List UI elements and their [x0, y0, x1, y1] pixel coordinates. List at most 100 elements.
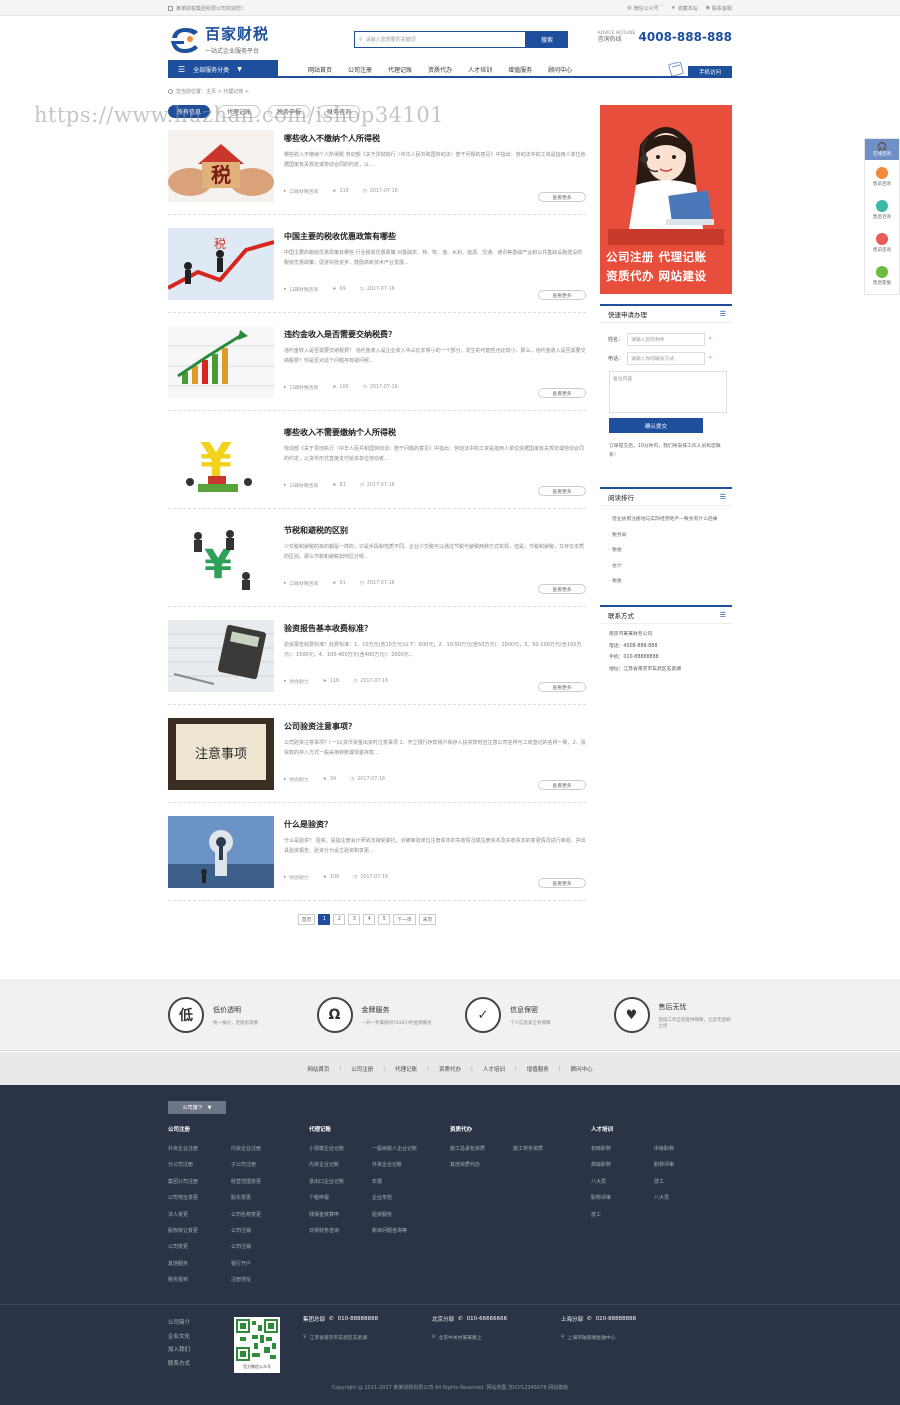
list-item[interactable]: 验资报告基本收费标准？ 验资报告收费标准？收费标准：1、10万元(含10万元)以…: [168, 620, 586, 705]
nav-item-value-added[interactable]: 增值服务: [508, 65, 532, 74]
rank-item[interactable]: · 税收: [609, 574, 723, 590]
read-more-button[interactable]: 查看更多: [538, 290, 586, 300]
submit-button[interactable]: 确认提交: [609, 418, 703, 433]
presale-consult-button-2[interactable]: 售前咨询: [865, 226, 899, 259]
page-5[interactable]: 5: [378, 914, 391, 925]
nav-item-home[interactable]: 网站首页: [308, 65, 332, 74]
footer-column-link[interactable]: 中级职称: [654, 1141, 717, 1157]
read-more-button[interactable]: 查看更多: [538, 486, 586, 496]
name-field[interactable]: 请输入您的称呼: [627, 333, 706, 346]
footer-column-link[interactable]: 注册地址: [231, 1272, 294, 1288]
footer-link[interactable]: 企业文化: [168, 1331, 190, 1345]
footer-column-link[interactable]: 其他资质代办: [450, 1157, 513, 1173]
footer-column-link[interactable]: 子公司注册: [231, 1157, 294, 1173]
footer-column-link[interactable]: 技工: [654, 1174, 717, 1190]
page-1[interactable]: 1: [318, 914, 331, 925]
page-2[interactable]: 2: [333, 914, 346, 925]
footer-column-link[interactable]: 银行开户: [231, 1256, 294, 1272]
footer-column-link[interactable]: 验资服务: [372, 1207, 435, 1223]
footer-nav-item[interactable]: 增值服务: [527, 1065, 549, 1073]
service-link[interactable]: ◉ 联系客服: [706, 5, 732, 12]
article-title[interactable]: 哪些收入不需要缴纳个人所得税: [284, 427, 586, 438]
presale-consult-button[interactable]: 售前咨询: [865, 160, 899, 193]
phone-field[interactable]: 请输入你的联系方式: [627, 352, 706, 365]
note-textarea[interactable]: 备注内容: [609, 371, 727, 413]
article-title[interactable]: 中国主要的税收优惠政策有哪些: [284, 231, 586, 242]
page-next[interactable]: 下一页: [393, 914, 416, 925]
search-button[interactable]: 搜索: [526, 31, 568, 48]
footer-column-link[interactable]: 账目问题咨询等: [372, 1223, 435, 1239]
nav-item-bookkeeping[interactable]: 代理记账: [388, 65, 412, 74]
read-more-button[interactable]: 查看更多: [538, 192, 586, 202]
rank-item[interactable]: · 会计: [609, 559, 723, 575]
list-item[interactable]: 违约金收入是否需要交纳税费？ 违约金收入是否需要交纳税费？ 违约金收入是企业收入…: [168, 326, 586, 411]
list-item[interactable]: ¥ 节税和避税的区别 少交税和避税的目的都是一样的，只是手段和性质不同。企业少交…: [168, 522, 586, 607]
article-title[interactable]: 哪些收入不缴纳个人所得税: [284, 133, 586, 144]
footer-column-link[interactable]: 公司注销: [231, 1223, 294, 1239]
list-item[interactable]: 税 哪些收入不缴纳个人所得税 哪些收入不缴纳个人所得税 劳动部《关于贯彻执行〈中…: [168, 130, 586, 215]
article-thumbnail[interactable]: 注意事项: [168, 718, 274, 790]
read-more-button[interactable]: 查看更多: [538, 388, 586, 398]
footer-column-link[interactable]: 公司注销: [231, 1239, 294, 1255]
footer-column-link[interactable]: 个税申报: [309, 1190, 372, 1206]
read-more-button[interactable]: 查看更多: [538, 682, 586, 692]
footer-column-link[interactable]: 小规模企业记账: [309, 1141, 372, 1157]
article-thumbnail[interactable]: ¥: [168, 522, 274, 594]
page-last[interactable]: 末页: [418, 914, 437, 925]
page-first[interactable]: 首页: [297, 914, 316, 925]
footer-column-link[interactable]: 高级职称: [591, 1157, 654, 1173]
footer-column-link[interactable]: 公司名称变更: [231, 1207, 294, 1223]
footer-column-link[interactable]: 初级职称: [591, 1141, 654, 1157]
article-title[interactable]: 节税和避税的区别: [284, 525, 586, 536]
nav-item-qualification[interactable]: 资质代办: [428, 65, 452, 74]
article-title[interactable]: 验资报告基本收费标准？: [284, 623, 586, 634]
bookmark-link[interactable]: ★ 收藏本站: [671, 5, 698, 12]
article-thumbnail[interactable]: [168, 620, 274, 692]
online-consult-button[interactable]: 🎧 在线咨询: [865, 139, 899, 160]
footer-column-link[interactable]: 税务报到: [168, 1272, 231, 1288]
article-thumbnail[interactable]: [168, 326, 274, 398]
footer-column-link[interactable]: 股权转让变更: [168, 1223, 231, 1239]
nav-item-training[interactable]: 人才培训: [468, 65, 492, 74]
footer-column-link[interactable]: 外资企业注册: [168, 1141, 231, 1157]
footer-column-link[interactable]: 施工总承包资质: [450, 1141, 513, 1157]
article-title[interactable]: 违约金收入是否需要交纳税费？: [284, 329, 586, 340]
footer-link[interactable]: 公司简介: [168, 1317, 190, 1331]
aftersale-consult-button[interactable]: 售后咨询: [865, 193, 899, 226]
search-input[interactable]: ⚲ 请输入您想要的关键词: [354, 31, 526, 48]
nav-item-company-registration[interactable]: 公司注册: [348, 65, 372, 74]
footer-column-link[interactable]: 技工: [591, 1207, 654, 1223]
footer-column-link[interactable]: 职称评审: [654, 1157, 717, 1173]
footer-column-link[interactable]: 八大员: [654, 1190, 717, 1206]
rank-item[interactable]: · 营业执照注册地与实际经营地不一致会有什么后果: [609, 512, 723, 528]
footer-nav-item[interactable]: 人才培训: [483, 1065, 505, 1073]
read-more-button[interactable]: 查看更多: [538, 780, 586, 790]
rank-item[interactable]: · 税务局: [609, 528, 723, 544]
list-item[interactable]: 税 中国主要的税收优惠政策有哪些 中国主要的税收优惠政策有哪些 行业税收优惠政策…: [168, 228, 586, 313]
footer-column-link[interactable]: 经营范围变更: [231, 1174, 294, 1190]
footer-column-link[interactable]: 八大员: [591, 1174, 654, 1190]
read-more-button[interactable]: 查看更多: [538, 878, 586, 888]
list-item[interactable]: 注意事项 公司验资注意事项？ 公司验资注意事项？(一)以货币资金出资时注意事项 …: [168, 718, 586, 803]
read-more-button[interactable]: 查看更多: [538, 584, 586, 594]
footer-column-link[interactable]: 职称评审: [591, 1190, 654, 1206]
footer-column-link[interactable]: 一般纳税人企业记账: [372, 1141, 435, 1157]
list-item[interactable]: 什么是验资？ 什么是验资？ 验资，是指注册会计师依法接受委托，对被审验单位注册资…: [168, 816, 586, 901]
footer-link[interactable]: 加入我们: [168, 1344, 190, 1358]
footer-column-link[interactable]: 法人变更: [168, 1207, 231, 1223]
footer-nav-item[interactable]: 顾问中心: [571, 1065, 593, 1073]
footer-column-link[interactable]: 其他服务: [168, 1256, 231, 1272]
rank-item[interactable]: · 税收: [609, 543, 723, 559]
footer-column-link[interactable]: 股东变更: [231, 1190, 294, 1206]
mobile-access-button[interactable]: 手机访问: [688, 66, 732, 78]
all-services-menu[interactable]: ☰ 全部服务分类 ▼: [168, 60, 278, 78]
list-item[interactable]: ¥ 哪些收入不需要缴纳个人所得税 劳动部《关于贯彻执行〈中华人民共和国劳动法〉若…: [168, 424, 586, 509]
footer-column-link[interactable]: 内资企业记账: [309, 1157, 372, 1173]
article-title[interactable]: 什么是验资？: [284, 819, 586, 830]
article-thumbnail[interactable]: 税: [168, 228, 274, 300]
nav-item-advisor[interactable]: 顾问中心: [548, 65, 572, 74]
footer-column-link[interactable]: 公司变更: [168, 1239, 231, 1255]
footer-column-link[interactable]: 集团公司注册: [168, 1174, 231, 1190]
footer-column-link[interactable]: 外资企业记账: [372, 1157, 435, 1173]
aftersale-service-button[interactable]: 售后客服: [865, 259, 899, 292]
